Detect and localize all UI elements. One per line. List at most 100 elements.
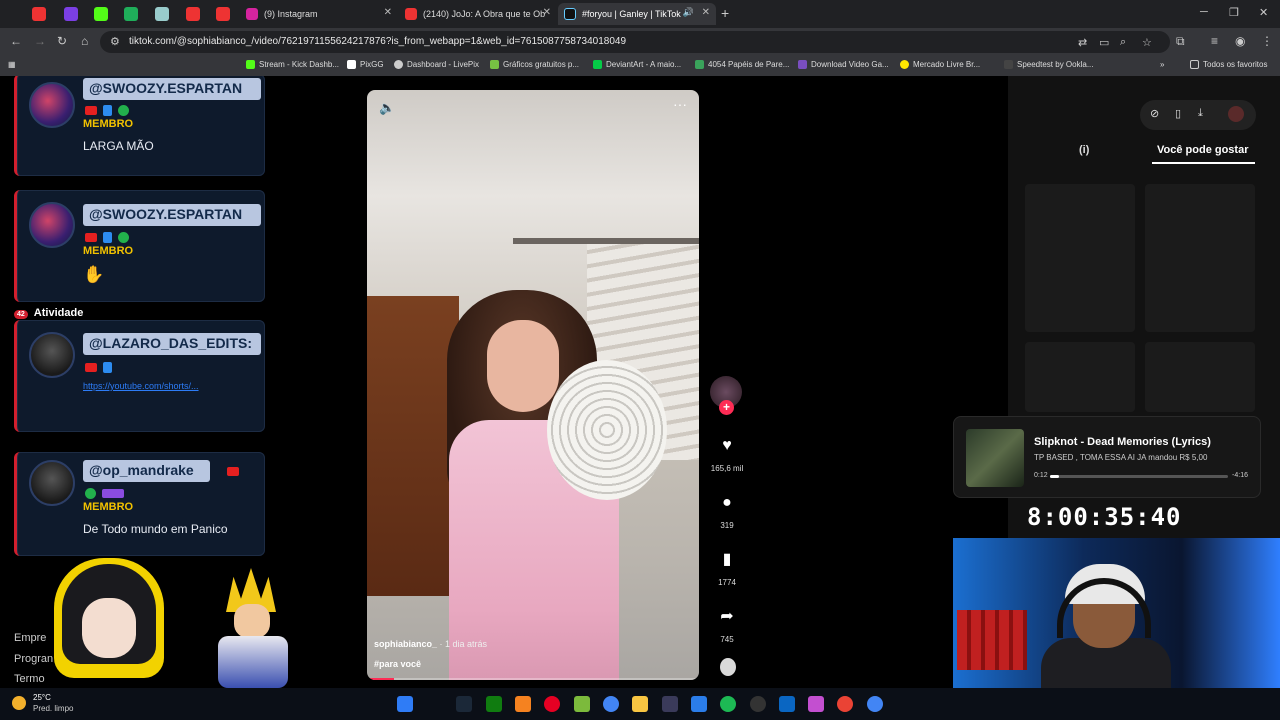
close-icon[interactable]: ✕ bbox=[384, 7, 392, 18]
menu-icon[interactable]: ⋮ bbox=[1261, 34, 1273, 48]
apps-icon[interactable]: ▦ bbox=[8, 60, 16, 69]
close-icon[interactable]: ✕ bbox=[702, 7, 710, 18]
reload-icon[interactable]: ↻ bbox=[57, 34, 67, 48]
share-button[interactable]: ➦ 745 bbox=[709, 607, 745, 644]
mercado-livre-icon bbox=[900, 60, 909, 69]
obs-icon[interactable] bbox=[750, 696, 766, 712]
install-icon[interactable]: ▭ bbox=[1099, 36, 1109, 49]
chrome-icon[interactable] bbox=[603, 696, 619, 712]
sun-icon[interactable] bbox=[12, 696, 26, 710]
more-bookmarks-icon[interactable]: » bbox=[1160, 60, 1164, 69]
profile-icon[interactable]: ◉ bbox=[1235, 34, 1245, 48]
bookmark-speedtest[interactable]: Speedtest by Ookla... bbox=[1004, 60, 1094, 69]
music-disc-icon[interactable] bbox=[720, 658, 736, 676]
follow-button[interactable]: + bbox=[719, 400, 734, 415]
youtube-tab-icon-3[interactable] bbox=[216, 7, 230, 21]
zoom-icon[interactable]: ⌕ bbox=[1120, 36, 1126, 49]
xbox-icon[interactable] bbox=[486, 696, 502, 712]
tab-tiktok[interactable]: #foryou | Ganley | TikTok 🔊 ✕ bbox=[558, 3, 716, 25]
chrome-icon-2[interactable] bbox=[867, 696, 883, 712]
weather-description[interactable]: Pred. limpo bbox=[33, 704, 73, 713]
bookmark-livepix[interactable]: Dashboard - LivePix bbox=[394, 60, 479, 69]
user-avatar[interactable] bbox=[1228, 106, 1244, 122]
recommendation-placeholder[interactable] bbox=[1025, 342, 1135, 412]
bookmark-star-icon[interactable]: ☆ bbox=[1142, 36, 1152, 49]
all-bookmarks[interactable]: Todos os favoritos bbox=[1190, 60, 1267, 69]
bookmark-mercado-livre[interactable]: Mercado Livre Br... bbox=[900, 60, 980, 69]
livepix-icon bbox=[394, 60, 403, 69]
forward-icon[interactable]: → bbox=[34, 34, 46, 48]
comment-button[interactable]: ● 319 bbox=[709, 493, 745, 530]
close-icon[interactable]: ✕ bbox=[543, 7, 551, 18]
site-info-icon[interactable]: ⚙ bbox=[110, 35, 120, 48]
verified-badge-icon bbox=[118, 105, 129, 116]
youtube-tab-icon-2[interactable] bbox=[186, 7, 200, 21]
spotify-icon[interactable] bbox=[720, 696, 736, 712]
like-button[interactable]: ♥ 165,6 mil bbox=[709, 436, 745, 473]
recommendation-placeholder[interactable] bbox=[1145, 184, 1255, 332]
pinterest-icon[interactable] bbox=[544, 696, 560, 712]
minimize-icon[interactable]: ─ bbox=[1200, 6, 1208, 18]
pixgg-tab-icon[interactable] bbox=[124, 7, 138, 21]
app-icon[interactable] bbox=[662, 696, 678, 712]
tab-you-may-like[interactable]: Você pode gostar bbox=[1157, 144, 1248, 156]
author-handle[interactable]: sophiabianco_ bbox=[374, 639, 437, 649]
twitch-tab-icon[interactable] bbox=[64, 7, 78, 21]
video-player[interactable]: 🔈 ··· sophiabianco_ · 1 dia atrás #para … bbox=[367, 90, 699, 680]
new-tab-button[interactable]: + bbox=[721, 5, 729, 21]
bookmark-label: DeviantArt - A maio... bbox=[606, 60, 682, 69]
home-icon[interactable]: ⌂ bbox=[81, 34, 88, 48]
folder-icon bbox=[1190, 60, 1199, 69]
chatgpt-tab-icon[interactable] bbox=[155, 7, 169, 21]
tab-info[interactable]: (i) bbox=[1079, 144, 1089, 156]
video-hashtag[interactable]: #para você bbox=[374, 659, 421, 669]
youtube-tab-icon[interactable] bbox=[32, 7, 46, 21]
chat-message: @op_mandrake MEMBRO De Todo mundo em Pan… bbox=[14, 452, 265, 556]
bookmark-download-video[interactable]: Download Video Ga... bbox=[798, 60, 889, 69]
bookmark-label: Mercado Livre Br... bbox=[913, 60, 981, 69]
back-icon[interactable]: ← bbox=[10, 34, 22, 48]
video-progress-bar[interactable] bbox=[367, 678, 699, 680]
chrome-canary-icon[interactable] bbox=[837, 696, 853, 712]
chat-link[interactable]: https://youtube.com/shorts/... bbox=[83, 380, 263, 392]
bookmark-graficos[interactable]: Gráficos gratuitos p... bbox=[490, 60, 579, 69]
save-button[interactable]: ▮ 1774 bbox=[709, 550, 745, 587]
song-progress-fill bbox=[1050, 475, 1059, 478]
tab-instagram[interactable]: (9) Instagram ✕ bbox=[240, 3, 398, 25]
steam-icon[interactable] bbox=[456, 696, 472, 712]
tiktok-page: @SWOOZY.ESPARTAN MEMBRO LARGA MÃO @SWOOZ… bbox=[0, 76, 1280, 688]
download-icon[interactable]: ⤓ bbox=[1198, 107, 1203, 120]
recommendation-placeholder[interactable] bbox=[1025, 184, 1135, 332]
app-icon[interactable] bbox=[515, 696, 531, 712]
url-text[interactable]: tiktok.com/@sophiabianco_/video/76219711… bbox=[129, 36, 626, 47]
phone-icon[interactable]: ▯ bbox=[1175, 107, 1181, 120]
translate-icon[interactable]: ⇄ bbox=[1078, 36, 1087, 49]
bookmark-pixgg[interactable]: PixGG bbox=[347, 60, 384, 69]
notes-icon[interactable] bbox=[691, 696, 707, 712]
close-window-icon[interactable]: ✕ bbox=[1259, 6, 1268, 19]
recommendation-placeholder[interactable] bbox=[1145, 342, 1255, 412]
extensions-icon[interactable]: ⧉ bbox=[1176, 34, 1185, 49]
bookmark-deviantart[interactable]: DeviantArt - A maio... bbox=[593, 60, 681, 69]
tab-youtube-jojo[interactable]: (2140) JoJo: A Obra que te Ob ✕ bbox=[399, 3, 557, 25]
more-options-icon[interactable]: ··· bbox=[673, 96, 687, 112]
compass-icon[interactable]: ⊘ bbox=[1150, 107, 1159, 120]
bookmark-kick[interactable]: Stream - Kick Dashb... bbox=[246, 60, 339, 69]
temperature[interactable]: 25°C bbox=[33, 693, 51, 702]
app-icon[interactable] bbox=[574, 696, 590, 712]
app-icon[interactable] bbox=[808, 696, 824, 712]
start-icon[interactable] bbox=[397, 696, 413, 712]
folder-icon[interactable] bbox=[632, 696, 648, 712]
speaker-icon[interactable]: 🔊 bbox=[683, 7, 694, 18]
address-bar[interactable]: ⚙ tiktok.com/@sophiabianco_/video/762197… bbox=[100, 31, 1170, 53]
video-author[interactable]: sophiabianco_ · 1 dia atrás bbox=[374, 639, 487, 649]
chat-text: De Todo mundo em Panico bbox=[83, 522, 228, 536]
deviantart-icon bbox=[593, 60, 602, 69]
active-tab-indicator bbox=[1152, 162, 1255, 164]
app-icon[interactable] bbox=[779, 696, 795, 712]
kick-tab-icon[interactable] bbox=[94, 7, 108, 21]
reading-list-icon[interactable]: ≡ bbox=[1211, 34, 1218, 48]
volume-icon[interactable]: 🔈 bbox=[379, 100, 395, 116]
bookmark-papeis[interactable]: 4054 Papéis de Pare... bbox=[695, 60, 789, 69]
restore-icon[interactable]: ❐ bbox=[1229, 6, 1239, 19]
